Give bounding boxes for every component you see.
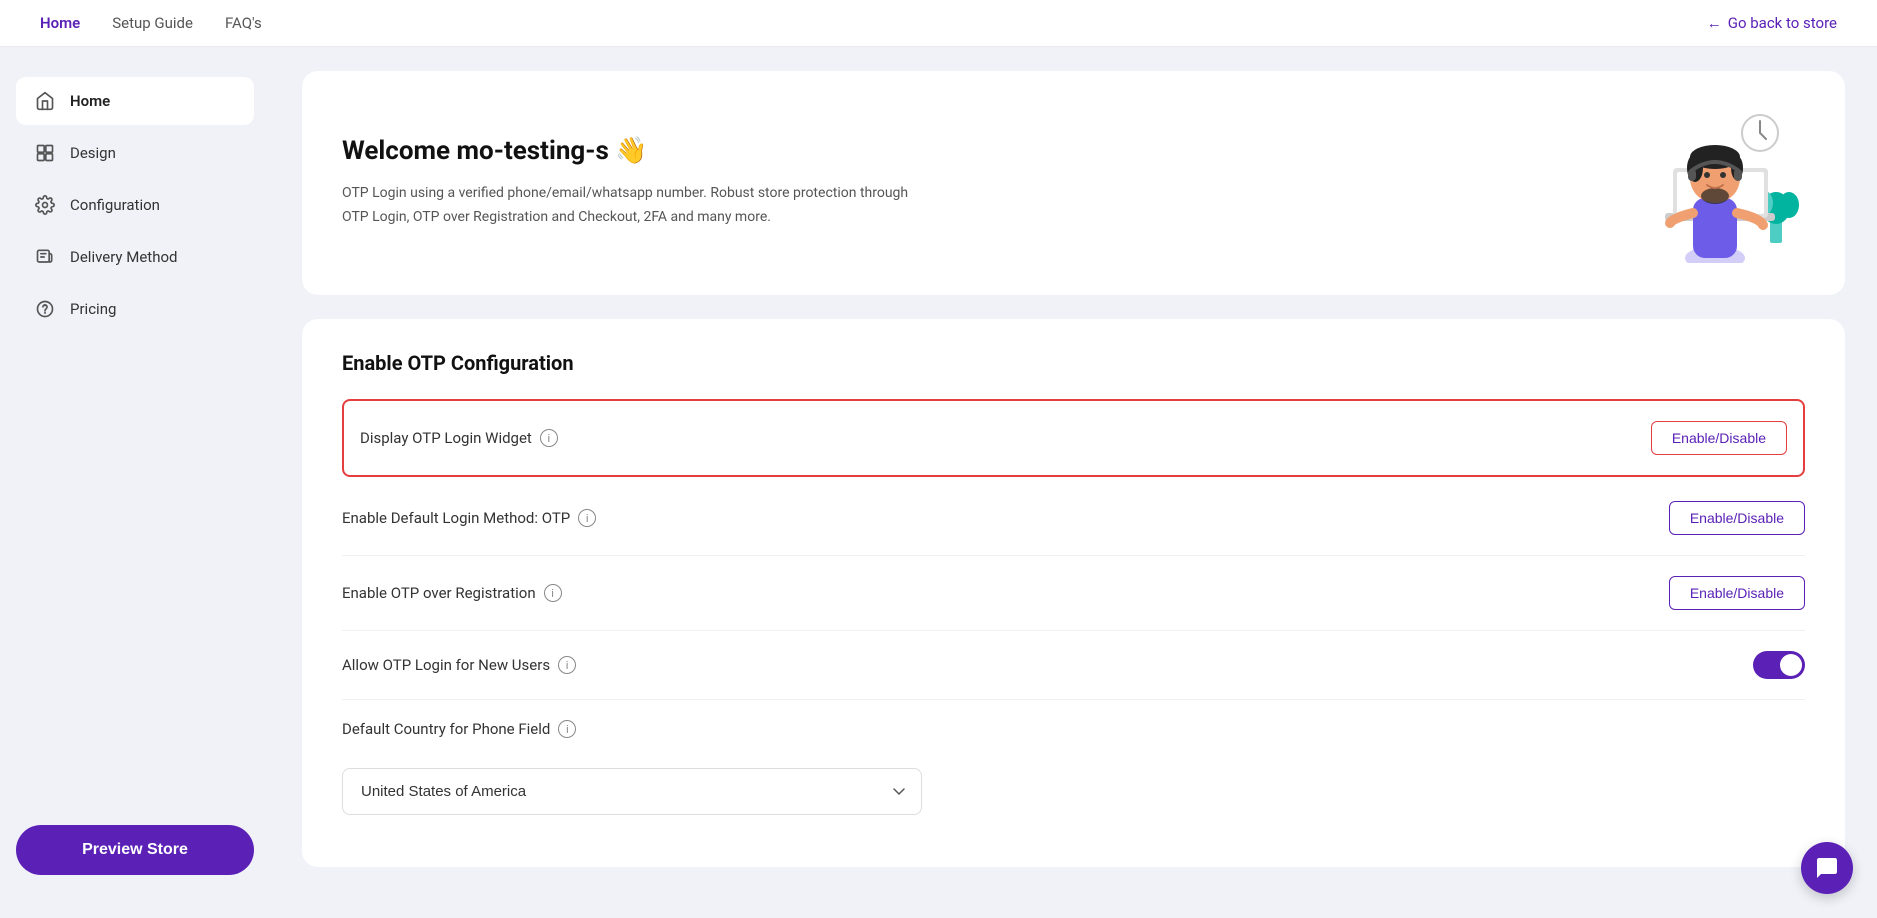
nav-home[interactable]: Home xyxy=(40,14,80,32)
display-otp-widget-button[interactable]: Enable/Disable xyxy=(1651,421,1787,455)
default-login-method-text: Enable Default Login Method: OTP xyxy=(342,509,570,527)
dropdown-label: Default Country for Phone Field i xyxy=(342,720,576,738)
config-row-otp-registration: Enable OTP over Registration i Enable/Di… xyxy=(342,556,1805,631)
welcome-card: Welcome mo-testing-s 👋 OTP Login using a… xyxy=(302,71,1845,295)
display-otp-widget-text: Display OTP Login Widget xyxy=(360,429,532,447)
otp-registration-button[interactable]: Enable/Disable xyxy=(1669,576,1805,610)
go-back-link[interactable]: ← Go back to store xyxy=(1707,14,1837,32)
home-icon xyxy=(34,90,56,112)
preview-store-button[interactable]: Preview Store xyxy=(16,825,254,875)
otp-registration-text: Enable OTP over Registration xyxy=(342,584,536,602)
wave-emoji: 👋 xyxy=(615,136,647,166)
nav-setup-guide[interactable]: Setup Guide xyxy=(112,14,193,32)
otp-registration-label: Enable OTP over Registration i xyxy=(342,584,562,602)
config-icon xyxy=(34,194,56,216)
config-row-display-otp-widget: Display OTP Login Widget i Enable/Disabl… xyxy=(342,399,1805,477)
config-row-default-login-method: Enable Default Login Method: OTP i Enabl… xyxy=(342,481,1805,556)
dropdown-label-text: Default Country for Phone Field xyxy=(342,720,550,738)
allow-otp-toggle[interactable] xyxy=(1753,651,1805,679)
welcome-description: OTP Login using a verified phone/email/w… xyxy=(342,182,922,230)
pricing-icon xyxy=(34,298,56,320)
sidebar-item-pricing[interactable]: Pricing xyxy=(16,285,254,333)
dropdown-info-icon[interactable]: i xyxy=(558,720,576,738)
display-otp-widget-label: Display OTP Login Widget i xyxy=(360,429,558,447)
sidebar-item-configuration[interactable]: Configuration xyxy=(16,181,254,229)
nav-faqs[interactable]: FAQ's xyxy=(225,14,262,32)
allow-otp-label: Allow OTP Login for New Users i xyxy=(342,656,576,674)
default-login-method-label: Enable Default Login Method: OTP i xyxy=(342,509,596,527)
delivery-icon xyxy=(34,246,56,268)
layout: Home Design Configuration xyxy=(0,47,1877,905)
nav-links: Home Setup Guide FAQ's xyxy=(40,14,262,32)
sidebar-item-delivery-label: Delivery Method xyxy=(70,248,177,266)
sidebar-item-delivery-method[interactable]: Delivery Method xyxy=(16,233,254,281)
config-card: Enable OTP Configuration Display OTP Log… xyxy=(302,319,1845,867)
design-icon xyxy=(34,142,56,164)
welcome-text: Welcome mo-testing-s 👋 OTP Login using a… xyxy=(342,136,922,230)
sidebar-item-configuration-label: Configuration xyxy=(70,196,160,214)
chat-icon xyxy=(1815,856,1839,880)
default-login-method-button[interactable]: Enable/Disable xyxy=(1669,501,1805,535)
otp-registration-info-icon[interactable]: i xyxy=(544,584,562,602)
welcome-illustration xyxy=(1585,103,1805,263)
welcome-title: Welcome mo-testing-s 👋 xyxy=(342,136,922,166)
allow-otp-text: Allow OTP Login for New Users xyxy=(342,656,550,674)
sidebar-item-design[interactable]: Design xyxy=(16,129,254,177)
sidebar: Home Design Configuration xyxy=(0,47,270,905)
go-back-arrow: ← xyxy=(1707,14,1722,32)
config-row-default-country: Default Country for Phone Field i United… xyxy=(342,700,1805,835)
config-row-allow-otp-new-users: Allow OTP Login for New Users i xyxy=(342,631,1805,700)
top-nav: Home Setup Guide FAQ's ← Go back to stor… xyxy=(0,0,1877,47)
main-content: Welcome mo-testing-s 👋 OTP Login using a… xyxy=(270,47,1877,905)
allow-otp-info-icon[interactable]: i xyxy=(558,656,576,674)
go-back-label: Go back to store xyxy=(1728,14,1837,32)
sidebar-item-home-label: Home xyxy=(70,92,110,110)
display-otp-widget-info-icon[interactable]: i xyxy=(540,429,558,447)
default-login-method-info-icon[interactable]: i xyxy=(578,509,596,527)
sidebar-item-design-label: Design xyxy=(70,144,116,162)
sidebar-item-pricing-label: Pricing xyxy=(70,300,116,318)
chat-bubble[interactable] xyxy=(1801,842,1853,894)
sidebar-item-home[interactable]: Home xyxy=(16,77,254,125)
country-dropdown[interactable]: United States of America United Kingdom … xyxy=(342,768,922,815)
config-title: Enable OTP Configuration xyxy=(342,351,1805,375)
